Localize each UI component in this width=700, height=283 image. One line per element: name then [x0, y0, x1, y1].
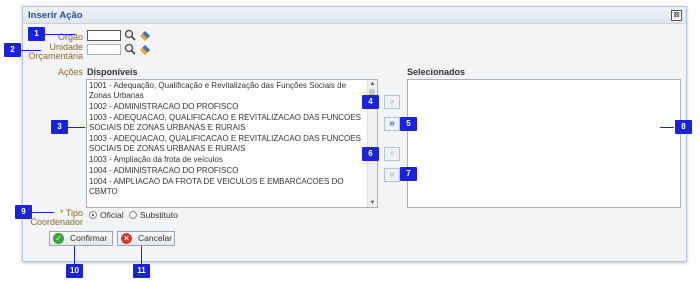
- tipo-label-line2: Coordenador: [30, 217, 83, 227]
- orgao-input[interactable]: [87, 30, 121, 41]
- close-icon[interactable]: ⊠: [671, 10, 682, 21]
- callout-4: 4: [362, 95, 379, 109]
- list-item[interactable]: 1003 - ADEQUACAO, QUALIFICACAO E REVITAL…: [89, 113, 366, 133]
- check-icon: ✓: [53, 233, 64, 244]
- disponiveis-label: Disponíveis: [87, 67, 138, 77]
- cancel-icon: ✕: [121, 233, 132, 244]
- callout-11-line: [141, 246, 142, 264]
- callout-3: 3: [51, 120, 68, 134]
- acoes-label: Ações: [57, 67, 83, 77]
- cancel-label: Cancelar: [138, 233, 173, 243]
- callout-3-line: [68, 127, 85, 128]
- list-item[interactable]: 1001 - Adequação, Qualificação e Revital…: [89, 81, 366, 101]
- selecionados-label: Selecionados: [407, 67, 466, 77]
- callout-1-line: [45, 34, 75, 35]
- scroll-up-icon[interactable]: ▲: [368, 80, 377, 88]
- unidade-input[interactable]: [87, 44, 121, 55]
- search-icon[interactable]: [124, 43, 136, 55]
- available-actions-list[interactable]: 1001 - Adequação, Qualificação e Revital…: [86, 79, 378, 208]
- add-selected-button[interactable]: ›: [384, 95, 400, 109]
- callout-2-line: [21, 50, 41, 51]
- callout-6: 6: [362, 147, 379, 161]
- available-list-items: 1001 - Adequação, Qualificação e Revital…: [89, 81, 366, 198]
- list-item[interactable]: 1003 - ADEQUACAO, QUALIFICACAO E REVITAL…: [89, 134, 366, 154]
- list-item[interactable]: 1003 - Ampliação da frota de veículos: [89, 155, 366, 165]
- callout-8: 8: [675, 120, 692, 134]
- callout-5: 5: [400, 117, 417, 131]
- radio-substituto[interactable]: [129, 211, 137, 219]
- unidade-label-line2: Orçamentária: [28, 51, 83, 61]
- unidade-label: Unidade Orçamentária: [23, 43, 83, 61]
- confirm-button[interactable]: ✓ Confirmar: [49, 231, 113, 246]
- callout-9-line: [32, 212, 54, 213]
- search-icon[interactable]: [124, 29, 136, 41]
- list-item[interactable]: 1004 - AMPLIACAO DA FROTA DE VEICULOS E …: [89, 177, 366, 197]
- callout-1: 1: [28, 27, 45, 41]
- confirm-label: Confirmar: [70, 233, 108, 243]
- dialog-header: Inserir Ação ⊠: [23, 7, 686, 24]
- list-item[interactable]: 1004 - ADMINISTRACAO DO PROFISCO: [89, 166, 366, 176]
- radio-oficial-label: Oficial: [100, 210, 124, 220]
- radio-substituto-label: Substituto: [140, 210, 178, 220]
- cancel-button[interactable]: ✕ Cancelar: [117, 231, 175, 246]
- radio-oficial[interactable]: [89, 211, 97, 219]
- callout-2: 2: [4, 43, 21, 57]
- callout-7: 7: [400, 167, 417, 181]
- add-all-button[interactable]: »: [384, 117, 400, 131]
- eraser-icon[interactable]: [139, 29, 151, 41]
- remove-all-button[interactable]: «: [384, 168, 400, 182]
- callout-11: 11: [133, 264, 150, 278]
- callout-8-line: [660, 127, 674, 128]
- callout-10: 10: [66, 264, 83, 278]
- scroll-down-icon[interactable]: ▼: [368, 199, 377, 207]
- eraser-icon[interactable]: [139, 43, 151, 55]
- selected-actions-list[interactable]: [407, 79, 681, 208]
- callout-9: 9: [15, 205, 32, 219]
- remove-selected-button[interactable]: ‹: [384, 147, 400, 161]
- callout-10-line: [74, 246, 75, 264]
- insert-action-dialog: Inserir Ação ⊠ Orgão Unidade Orçamentári…: [22, 6, 687, 262]
- dialog-title: Inserir Ação: [28, 10, 83, 21]
- list-item[interactable]: 1002 - ADMINISTRACAO DO PROFISCO: [89, 102, 366, 112]
